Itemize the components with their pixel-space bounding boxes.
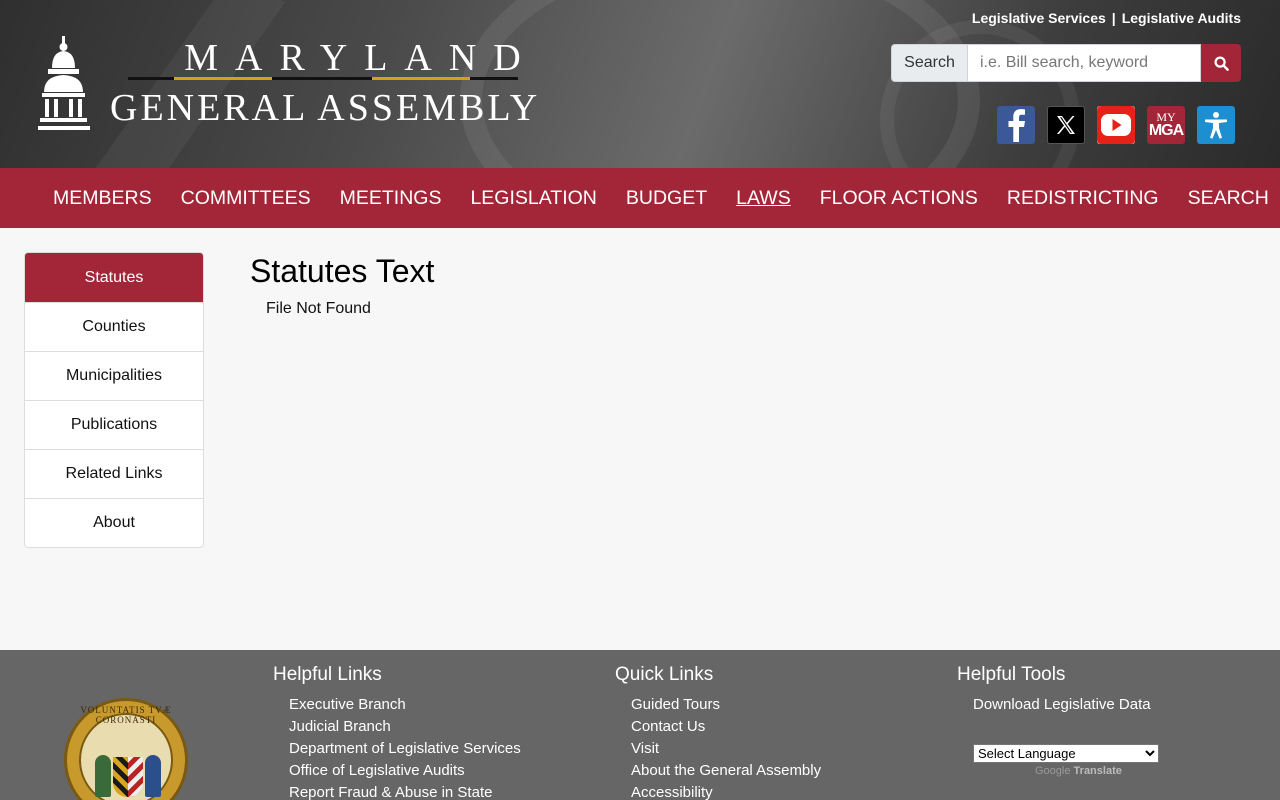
nav-committees[interactable]: COMMITTEES	[181, 187, 311, 210]
sidebar-item-related-links[interactable]: Related Links	[25, 449, 203, 498]
site-header: MARYLAND GENERAL ASSEMBLY Legislative Se…	[0, 0, 1280, 168]
footer-link-judicial-branch[interactable]: Judicial Branch	[289, 716, 521, 738]
sidebar-item-about[interactable]: About	[25, 498, 203, 547]
nav-redistricting[interactable]: REDISTRICTING	[1007, 187, 1159, 210]
laws-sidebar: Statutes Counties Municipalities Publica…	[24, 252, 204, 548]
nav-budget[interactable]: BUDGET	[626, 187, 707, 210]
logo-divider-gold-right	[372, 77, 470, 80]
sidebar-item-municipalities[interactable]: Municipalities	[25, 351, 203, 400]
youtube-icon	[1097, 106, 1135, 144]
footer-helpful-links: Helpful Links Executive Branch Judicial …	[273, 664, 521, 800]
footer-link-visit[interactable]: Visit	[631, 738, 821, 760]
sidebar-item-counties[interactable]: Counties	[25, 302, 203, 351]
main-nav: MEMBERS COMMITTEES MEETINGS LEGISLATION …	[0, 168, 1280, 228]
nav-members[interactable]: MEMBERS	[53, 187, 152, 210]
translate-text: Translate	[1073, 765, 1122, 777]
facebook-link[interactable]	[997, 106, 1035, 144]
site-logo[interactable]: MARYLAND GENERAL ASSEMBLY	[38, 36, 538, 136]
footer-helpful-tools-title: Helpful Tools	[957, 664, 1066, 685]
youtube-link[interactable]	[1097, 106, 1135, 144]
top-links: Legislative Services | Legislative Audits	[972, 10, 1241, 26]
footer-link-report-fraud[interactable]: Report Fraud & Abuse in State	[289, 782, 521, 800]
page-title: Statutes Text	[250, 253, 435, 289]
search-input[interactable]	[968, 44, 1201, 82]
footer-quick-links: Quick Links Guided Tours Contact Us Visi…	[615, 664, 821, 800]
footer-link-ola[interactable]: Office of Legislative Audits	[289, 760, 521, 782]
accessibility-icon	[1205, 112, 1227, 139]
footer-link-dls[interactable]: Department of Legislative Services	[289, 738, 521, 760]
search-label: Search	[891, 44, 968, 82]
footer-helpful-tools: Helpful Tools Download Legislative Data …	[957, 664, 1159, 777]
seal-figure-left	[95, 755, 111, 797]
sidebar-item-publications[interactable]: Publications	[25, 400, 203, 449]
mymga-icon-bottom: MGA	[1148, 122, 1184, 139]
legislative-services-link[interactable]: Legislative Services	[972, 10, 1106, 26]
sidebar-item-statutes[interactable]: Statutes	[25, 253, 203, 302]
legislative-audits-link[interactable]: Legislative Audits	[1122, 10, 1241, 26]
seal-inner	[79, 713, 173, 800]
x-link[interactable]	[1047, 106, 1085, 144]
logo-divider-gold-left	[174, 77, 272, 80]
top-links-separator: |	[1111, 10, 1116, 26]
nav-floor-actions[interactable]: FLOOR ACTIONS	[820, 187, 978, 210]
maryland-seal-icon: VOLUNTATIS TVÆ CORONASTI	[64, 698, 188, 800]
language-select[interactable]: Select Language	[973, 744, 1159, 763]
search-icon	[1213, 55, 1229, 71]
footer-link-accessibility[interactable]: Accessibility	[631, 782, 821, 800]
logo-title-general-assembly: GENERAL ASSEMBLY	[110, 87, 541, 129]
nav-laws[interactable]: LAWS	[736, 187, 791, 210]
mymga-link[interactable]: MY MGA	[1147, 106, 1185, 144]
logo-divider	[128, 77, 518, 80]
nav-legislation[interactable]: LEGISLATION	[470, 187, 596, 210]
seal-shield-quarter	[128, 757, 143, 797]
accessibility-link[interactable]	[1197, 106, 1235, 144]
footer-link-guided-tours[interactable]: Guided Tours	[631, 694, 821, 716]
social-links: MY MGA	[997, 106, 1235, 144]
x-icon	[1057, 116, 1075, 134]
seal-figure-right	[145, 755, 161, 797]
nav-meetings[interactable]: MEETINGS	[340, 187, 442, 210]
file-not-found-message: File Not Found	[266, 300, 371, 317]
footer-link-contact-us[interactable]: Contact Us	[631, 716, 821, 738]
google-translate-credit[interactable]: Google Translate	[1035, 765, 1159, 777]
footer-quick-links-title: Quick Links	[615, 664, 714, 685]
capitol-dome-icon	[38, 36, 90, 130]
logo-title-maryland: MARYLAND	[184, 37, 538, 79]
seal-motto: VOLUNTATIS TVÆ CORONASTI	[80, 705, 172, 725]
search-button[interactable]	[1201, 44, 1241, 82]
footer-link-executive-branch[interactable]: Executive Branch	[289, 694, 521, 716]
footer-helpful-links-title: Helpful Links	[273, 664, 382, 685]
footer-link-download-data[interactable]: Download Legislative Data	[973, 694, 1159, 716]
footer-link-about-ga[interactable]: About the General Assembly	[631, 760, 821, 782]
facebook-icon	[1008, 109, 1025, 142]
nav-search[interactable]: SEARCH	[1188, 187, 1269, 210]
site-search: Search	[891, 44, 1241, 82]
google-logo-text: Google	[1035, 765, 1071, 777]
